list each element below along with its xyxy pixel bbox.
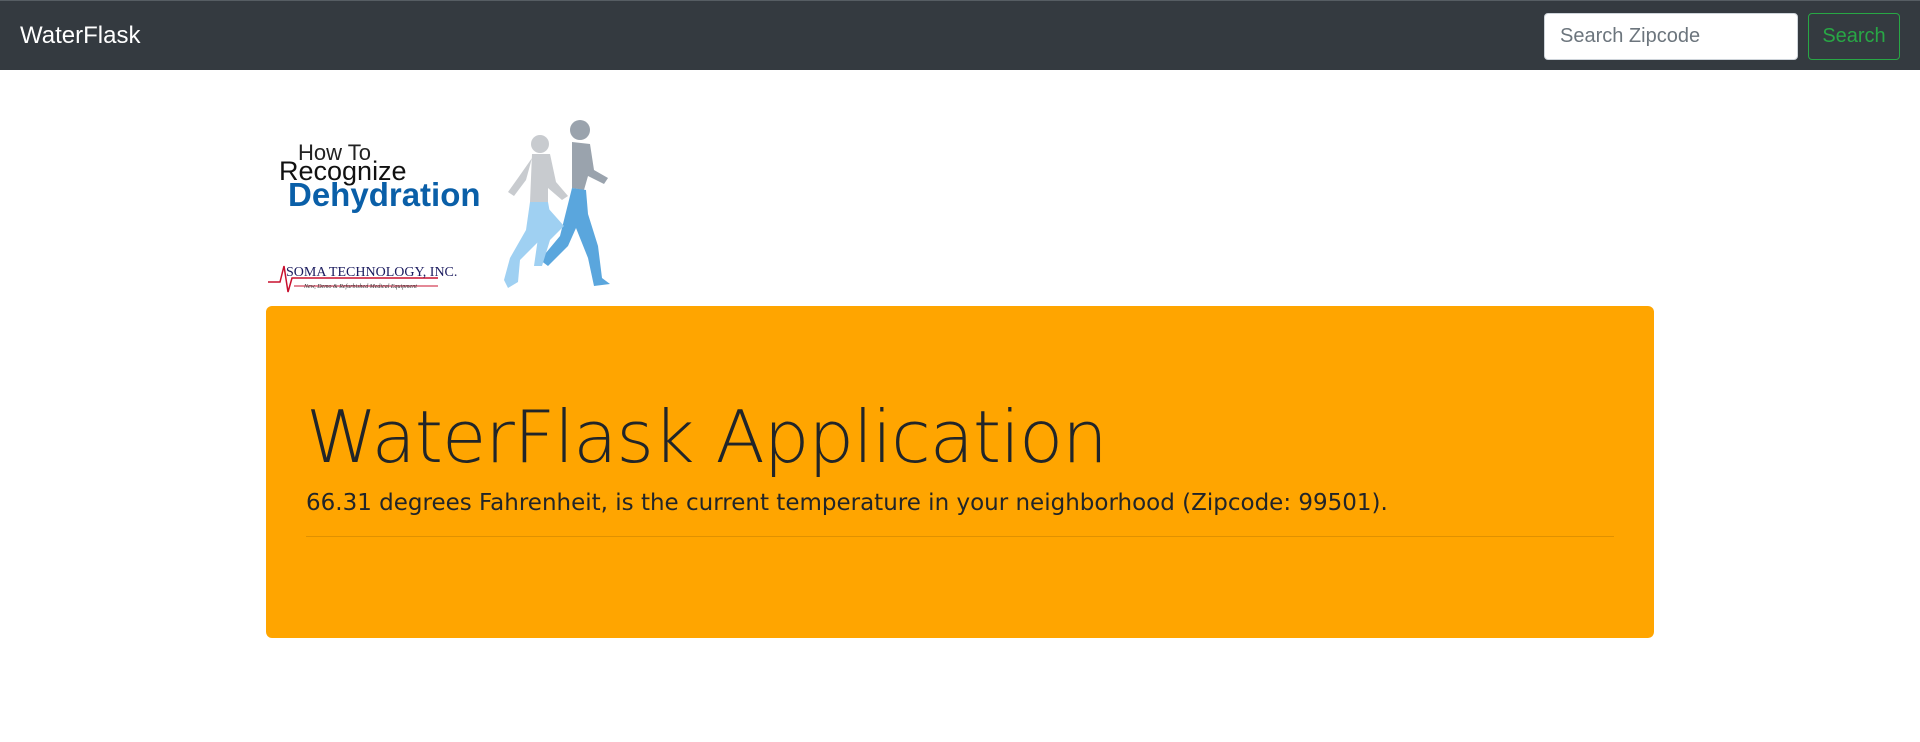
logo-line-dehydration: Dehydration	[288, 176, 481, 213]
navbar: WaterFlask Search	[0, 0, 1920, 70]
soma-logo: SOMA TECHNOLOGY, INC. New, Demo & Refurb…	[268, 258, 457, 298]
runners-icon	[504, 120, 610, 288]
soma-company-name: SOMA TECHNOLOGY, INC.	[286, 265, 458, 280]
temperature-message: 66.31 degrees Fahrenheit, is the current…	[306, 490, 1388, 516]
navbar-brand[interactable]: WaterFlask	[20, 21, 140, 51]
dehydration-logo-image: How To Recognize Dehydration SOMA TECHNO…	[268, 118, 628, 298]
search-button[interactable]: Search	[1808, 13, 1900, 60]
jumbotron: WaterFlask Application 66.31 degrees Fah…	[266, 306, 1654, 638]
page-title: WaterFlask Application	[306, 395, 1108, 479]
soma-company-tagline: New, Demo & Refurbished Medical Equipmen…	[304, 284, 417, 290]
divider	[306, 536, 1614, 537]
search-zipcode-input[interactable]	[1544, 13, 1798, 60]
